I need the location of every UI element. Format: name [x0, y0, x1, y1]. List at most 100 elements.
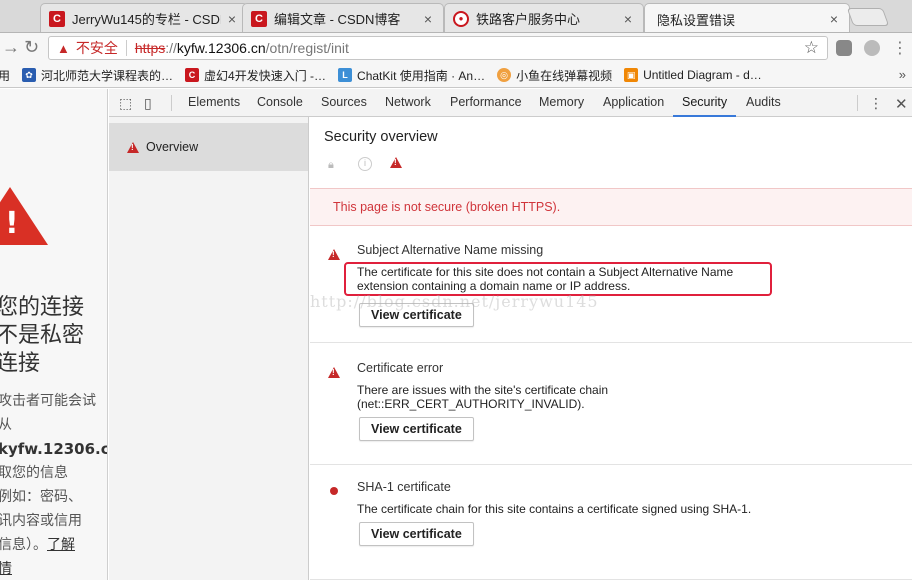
- heading-line: 不是私密: [0, 323, 85, 348]
- tab-title: 编辑文章 - CSDN博客: [274, 12, 401, 27]
- bookmark-item[interactable]: L ChatKit 使用指南 · An…: [338, 67, 485, 84]
- not-secure-label[interactable]: 不安全: [76, 38, 118, 58]
- divider: [857, 95, 858, 111]
- warning-mark: !: [5, 206, 19, 241]
- url-host: kyfw.12306.cn: [176, 40, 266, 56]
- tab-title: 隐私设置错误: [657, 12, 736, 28]
- info-icon: i: [358, 157, 372, 171]
- tab-security[interactable]: Security: [673, 89, 737, 117]
- close-icon[interactable]: ×: [827, 11, 841, 27]
- chatkit-icon: L: [338, 68, 353, 82]
- csdn-icon: C: [251, 10, 267, 27]
- bookmark-label: 河北师范大学课程表的…: [41, 68, 174, 83]
- explanation-title: Certificate error: [357, 361, 444, 375]
- bookmarks-more-icon[interactable]: »: [899, 67, 906, 82]
- explanation-description: There are issues with the site's certifi…: [357, 383, 609, 411]
- browser-tab-edit-article[interactable]: C 编辑文章 - CSDN博客 ×: [242, 3, 444, 32]
- devtools-toolbar: ⬚ ▯ Elements Console Sources Network Per…: [109, 89, 912, 117]
- reload-icon[interactable]: ↻: [24, 37, 39, 58]
- devtools-panel: ⬚ ▯ Elements Console Sources Network Per…: [109, 89, 912, 580]
- tab-audits[interactable]: Audits: [745, 89, 782, 117]
- divider: [171, 95, 172, 111]
- explanation-title: Subject Alternative Name missing: [357, 243, 544, 257]
- tab-console[interactable]: Console: [256, 89, 304, 117]
- tab-title: JerryWu145的专栏 - CSDN: [72, 12, 221, 27]
- close-icon[interactable]: ×: [225, 11, 239, 27]
- menu-icon[interactable]: ⋮: [892, 38, 908, 58]
- annotation-highlight-box: [344, 262, 772, 296]
- csdn-icon: C: [185, 68, 200, 82]
- tab-sources[interactable]: Sources: [320, 89, 368, 117]
- explanation-title: SHA-1 certificate: [357, 480, 451, 494]
- learn-more-link[interactable]: 了解: [47, 537, 75, 553]
- device-toolbar-icon[interactable]: ▯: [144, 95, 152, 112]
- bookmark-label: ChatKit 使用指南 · An…: [357, 68, 486, 83]
- body-line: 从: [0, 413, 107, 437]
- bookmark-label: Untitled Diagram - d…: [643, 68, 762, 82]
- tab-performance[interactable]: Performance: [449, 89, 523, 117]
- divider: [125, 40, 127, 56]
- security-sidebar: Overview: [109, 117, 309, 580]
- inspect-element-icon[interactable]: ⬚: [119, 95, 132, 112]
- bookmark-item[interactable]: ✿ 河北师范大学课程表的…: [22, 67, 173, 84]
- body-line: 讯内容或信用: [0, 513, 82, 529]
- pocket-icon[interactable]: [836, 40, 852, 56]
- explanation-sha1-certificate: SHA-1 certificate The certificate chain …: [310, 480, 912, 580]
- sidebar-item-overview[interactable]: Overview: [109, 123, 308, 171]
- browser-tab-railway[interactable]: ● 铁路客户服务中心 ×: [444, 3, 644, 32]
- url-scheme: https: [134, 40, 166, 56]
- bookmark-item[interactable]: ▣ Untitled Diagram - d…: [624, 68, 762, 82]
- close-devtools-icon[interactable]: ✕: [895, 95, 908, 113]
- tab-memory[interactable]: Memory: [538, 89, 585, 117]
- bookmark-star-icon[interactable]: ☆: [804, 38, 819, 58]
- sidebar-item-label: Overview: [146, 140, 199, 154]
- tab-network[interactable]: Network: [384, 89, 432, 117]
- explanation-description: The certificate chain for this site cont…: [357, 502, 752, 516]
- address-bar[interactable]: ▲ 不安全 https://kyfw.12306.cn/otn/regist/i…: [48, 36, 828, 60]
- close-icon[interactable]: ×: [421, 11, 435, 27]
- extension-icon[interactable]: [864, 40, 880, 56]
- tab-elements[interactable]: Elements: [187, 89, 241, 117]
- csdn-icon: C: [49, 10, 65, 27]
- url-path: /otn/regist/init: [265, 40, 349, 56]
- tab-title: 铁路客户服务中心: [476, 12, 581, 27]
- forward-icon[interactable]: →: [2, 37, 20, 58]
- error-heading: 您的连接 不是私密 连接: [0, 294, 107, 378]
- more-options-icon[interactable]: ⋮: [869, 95, 883, 112]
- security-main: Security overview 🔒︎ i This page is not …: [310, 117, 912, 580]
- heading-line: 连接: [0, 351, 41, 376]
- warning-icon: [328, 367, 340, 378]
- close-icon[interactable]: ×: [621, 11, 635, 27]
- security-summary-banner: This page is not secure (broken HTTPS).: [310, 188, 912, 226]
- bookmark-label: 虚幻4开发快速入门 -…: [204, 68, 327, 83]
- view-certificate-button[interactable]: View certificate: [359, 522, 474, 546]
- browser-tab-csdn-blog[interactable]: C JerryWu145的专栏 - CSDN ×: [40, 3, 248, 32]
- drawio-icon: ▣: [624, 68, 639, 82]
- fish-icon: ◎: [497, 68, 512, 82]
- body-line: 例如：密码、: [0, 489, 82, 505]
- railway-icon: ●: [453, 10, 469, 27]
- lock-icon: 🔒︎: [328, 159, 334, 171]
- tab-strip: C JerryWu145的专栏 - CSDN × C 编辑文章 - CSDN博客…: [0, 0, 912, 33]
- tab-application[interactable]: Application: [602, 89, 665, 117]
- bookmark-label: 用: [0, 67, 10, 84]
- bookmark-item[interactable]: ◎ 小鱼在线弹幕视频: [497, 67, 612, 84]
- bookmark-item[interactable]: C 虚幻4开发快速入门 -…: [185, 67, 326, 84]
- warning-icon[interactable]: ▲: [57, 41, 70, 56]
- error-body: 攻击者可能会试 从 kyfw.12306.cn 取您的信息 例如：密码、 讯内容…: [0, 389, 107, 580]
- explanation-certificate-error: Certificate error There are issues with …: [310, 361, 912, 465]
- bookmarks-bar: 用 ✿ 河北师范大学课程表的… C 虚幻4开发快速入门 -… L ChatKit…: [0, 63, 912, 88]
- address-row: → ↻ ▲ 不安全 https://kyfw.12306.cn/otn/regi…: [0, 33, 912, 63]
- learn-more-link-continued[interactable]: 情: [0, 557, 107, 580]
- status-dot-icon: [330, 487, 338, 495]
- bookmark-item[interactable]: 用: [0, 67, 10, 84]
- view-certificate-button[interactable]: View certificate: [359, 417, 474, 441]
- error-host: kyfw.12306.cn: [0, 440, 107, 458]
- heading-line: 您的连接: [0, 295, 85, 320]
- new-tab-button[interactable]: [846, 8, 890, 26]
- url-scheme-separator: ://: [165, 40, 177, 56]
- warning-icon: [390, 157, 402, 168]
- browser-tab-privacy-error[interactable]: 隐私设置错误 ×: [644, 3, 850, 32]
- body-line: 攻击者可能会试: [0, 393, 96, 409]
- paw-icon: ✿: [22, 68, 37, 82]
